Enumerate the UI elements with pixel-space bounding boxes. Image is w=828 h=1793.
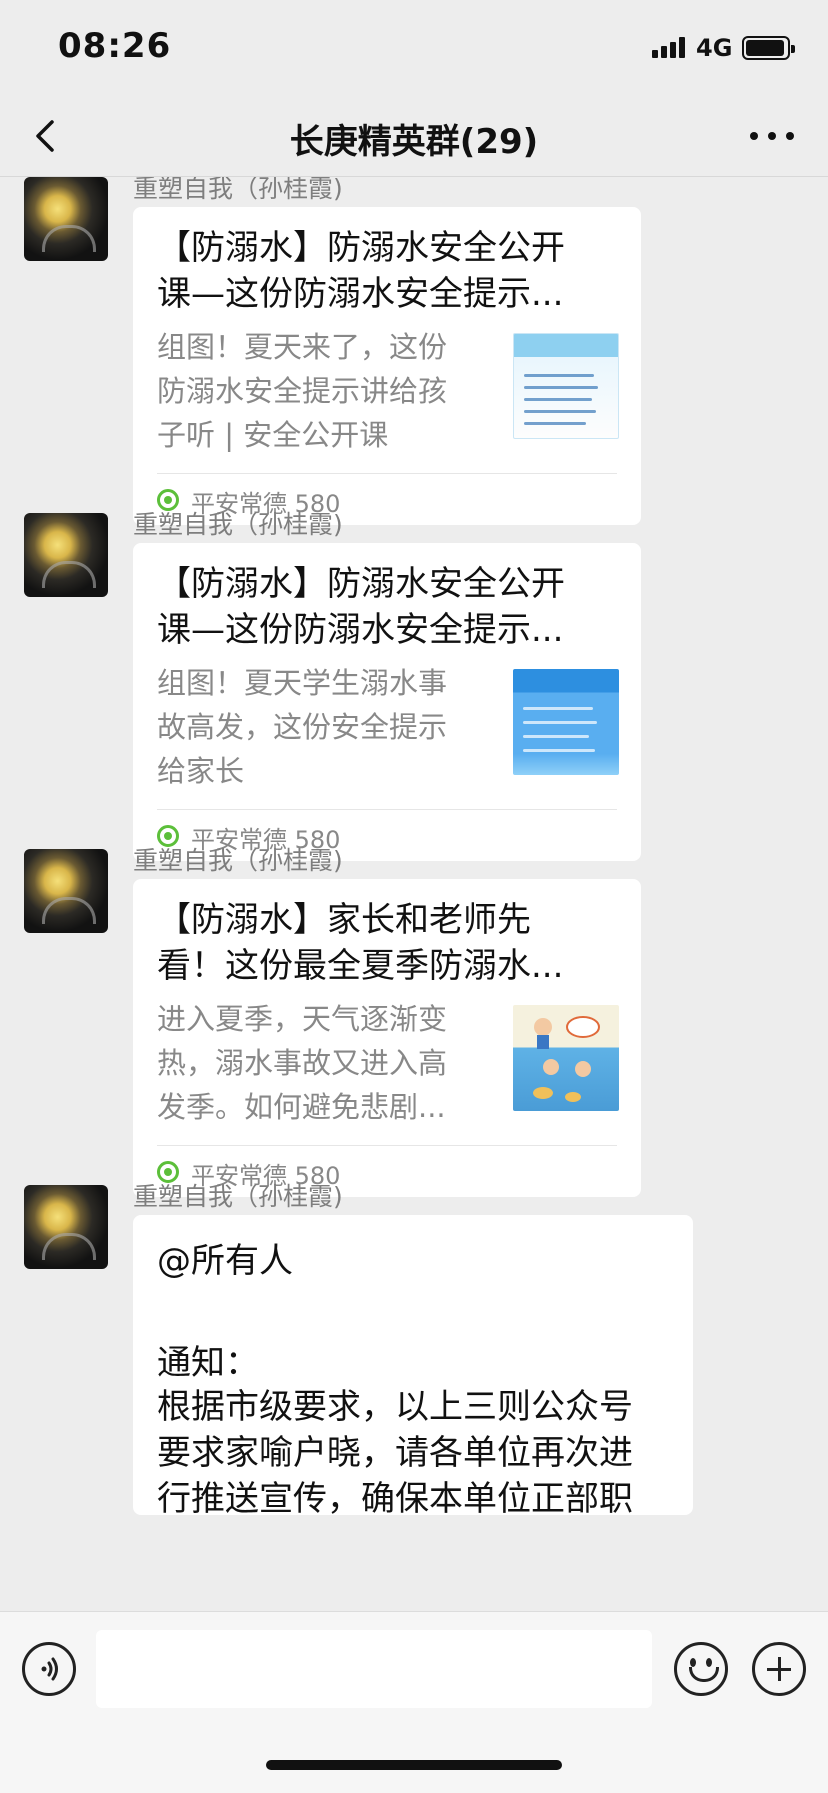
message-input[interactable] bbox=[96, 1630, 652, 1708]
article-title: 【防溺水】防溺水安全公开 课—这份防溺水安全提示... bbox=[157, 561, 617, 653]
article-description-line: 发季。如何避免悲剧... bbox=[157, 1090, 446, 1124]
article-title-line: 【防溺水】家长和老师先 bbox=[157, 900, 531, 940]
card-divider bbox=[157, 473, 617, 474]
chat-title: 长庚精英群(29) bbox=[289, 122, 539, 162]
article-card[interactable]: 【防溺水】防溺水安全公开 课—这份防溺水安全提示... 组图！夏天学生溺水事 故… bbox=[133, 543, 641, 861]
message-text-line: @所有人 bbox=[157, 1241, 293, 1281]
article-description-line: 防溺水安全提示讲给孩 bbox=[157, 374, 448, 408]
card-divider bbox=[157, 1145, 617, 1146]
article-title: 【防溺水】家长和老师先 看！这份最全夏季防溺水... bbox=[157, 897, 617, 989]
emoji-icon[interactable] bbox=[674, 1642, 728, 1696]
more-dots-icon[interactable] bbox=[748, 122, 796, 150]
signal-icon bbox=[652, 36, 690, 58]
message-list[interactable]: 重塑自我（孙桂霞) 【防溺水】防溺水安全公开 课—这份防溺水安全提示... 组图… bbox=[0, 177, 828, 1611]
article-description-line: 组图！夏天来了，这份 bbox=[157, 330, 448, 364]
message-text-line: 行推送宣传，确保本单位正部职 bbox=[157, 1479, 633, 1519]
article-thumbnail bbox=[513, 1005, 619, 1111]
sender-name: 重塑自我（孙桂霞) bbox=[133, 177, 343, 203]
message-text-line: 要求家喻户晓，请各单位再次进 bbox=[157, 1433, 633, 1473]
card-divider bbox=[157, 809, 617, 810]
text-message-bubble[interactable]: @所有人 通知： 根据市级要求，以上三则公众号 要求家喻户晓，请各单位再次进 行… bbox=[133, 1215, 693, 1519]
avatar[interactable] bbox=[24, 849, 108, 933]
article-description-line: 给家长 bbox=[157, 754, 245, 788]
article-description: 进入夏季，天气逐渐变 热，溺水事故又进入高 发季。如何避免悲剧... bbox=[157, 997, 475, 1129]
voice-icon[interactable] bbox=[22, 1642, 76, 1696]
article-title-line: 课—这份防溺水安全提示... bbox=[157, 610, 564, 650]
article-description-line: 进入夏季，天气逐渐变 bbox=[157, 1002, 448, 1036]
avatar[interactable] bbox=[24, 177, 108, 261]
article-description-line: 组图！夏天学生溺水事 bbox=[157, 666, 448, 700]
article-description-line: 热，溺水事故又进入高 bbox=[157, 1046, 448, 1080]
input-bar bbox=[0, 1611, 828, 1793]
battery-icon bbox=[742, 36, 795, 60]
sender-name: 重塑自我（孙桂霞) bbox=[133, 1182, 343, 1211]
article-title-line: 【防溺水】防溺水安全公开 bbox=[157, 228, 565, 268]
avatar[interactable] bbox=[24, 1185, 108, 1269]
message-text-line: 根据市级要求，以上三则公众号 bbox=[157, 1387, 633, 1427]
article-description-line: 子听 | 安全公开课 bbox=[157, 418, 389, 452]
article-title-line: 【防溺水】防溺水安全公开 bbox=[157, 564, 565, 604]
article-title: 【防溺水】防溺水安全公开 课—这份防溺水安全提示... bbox=[157, 225, 617, 317]
article-thumbnail bbox=[513, 669, 619, 775]
article-card[interactable]: 【防溺水】防溺水安全公开 课—这份防溺水安全提示... 组图！夏天来了，这份 防… bbox=[133, 207, 641, 525]
article-card[interactable]: 【防溺水】家长和老师先 看！这份最全夏季防溺水... 进入夏季，天气逐渐变 热，… bbox=[133, 879, 641, 1197]
article-description-line: 故高发，这份安全提示 bbox=[157, 710, 448, 744]
emoji-eye bbox=[706, 1658, 712, 1667]
emoji-eye bbox=[690, 1658, 696, 1667]
voice-waves-glyph bbox=[41, 1657, 58, 1681]
status-bar: 08:26 4G bbox=[0, 0, 828, 96]
article-title-line: 看！这份最全夏季防溺水... bbox=[157, 946, 564, 986]
home-indicator bbox=[266, 1760, 562, 1770]
sender-name: 重塑自我（孙桂霞) bbox=[133, 846, 343, 875]
avatar[interactable] bbox=[24, 513, 108, 597]
network-type: 4G bbox=[696, 34, 733, 62]
chat-header: 长庚精英群(29) bbox=[0, 96, 828, 177]
article-title-line: 课—这份防溺水安全提示... bbox=[157, 274, 564, 314]
status-time: 08:26 bbox=[58, 26, 172, 66]
message-text-line: 通知： bbox=[157, 1343, 259, 1383]
cartoon-illustration bbox=[533, 1016, 600, 1102]
plus-icon[interactable] bbox=[752, 1642, 806, 1696]
chevron-left-icon[interactable] bbox=[28, 114, 68, 158]
article-thumbnail bbox=[513, 333, 619, 439]
article-description: 组图！夏天来了，这份 防溺水安全提示讲给孩 子听 | 安全公开课 bbox=[157, 325, 475, 457]
sender-name: 重塑自我（孙桂霞) bbox=[133, 510, 343, 539]
article-description: 组图！夏天学生溺水事 故高发，这份安全提示 给家长 bbox=[157, 661, 475, 793]
emoji-mouth bbox=[689, 1667, 719, 1682]
